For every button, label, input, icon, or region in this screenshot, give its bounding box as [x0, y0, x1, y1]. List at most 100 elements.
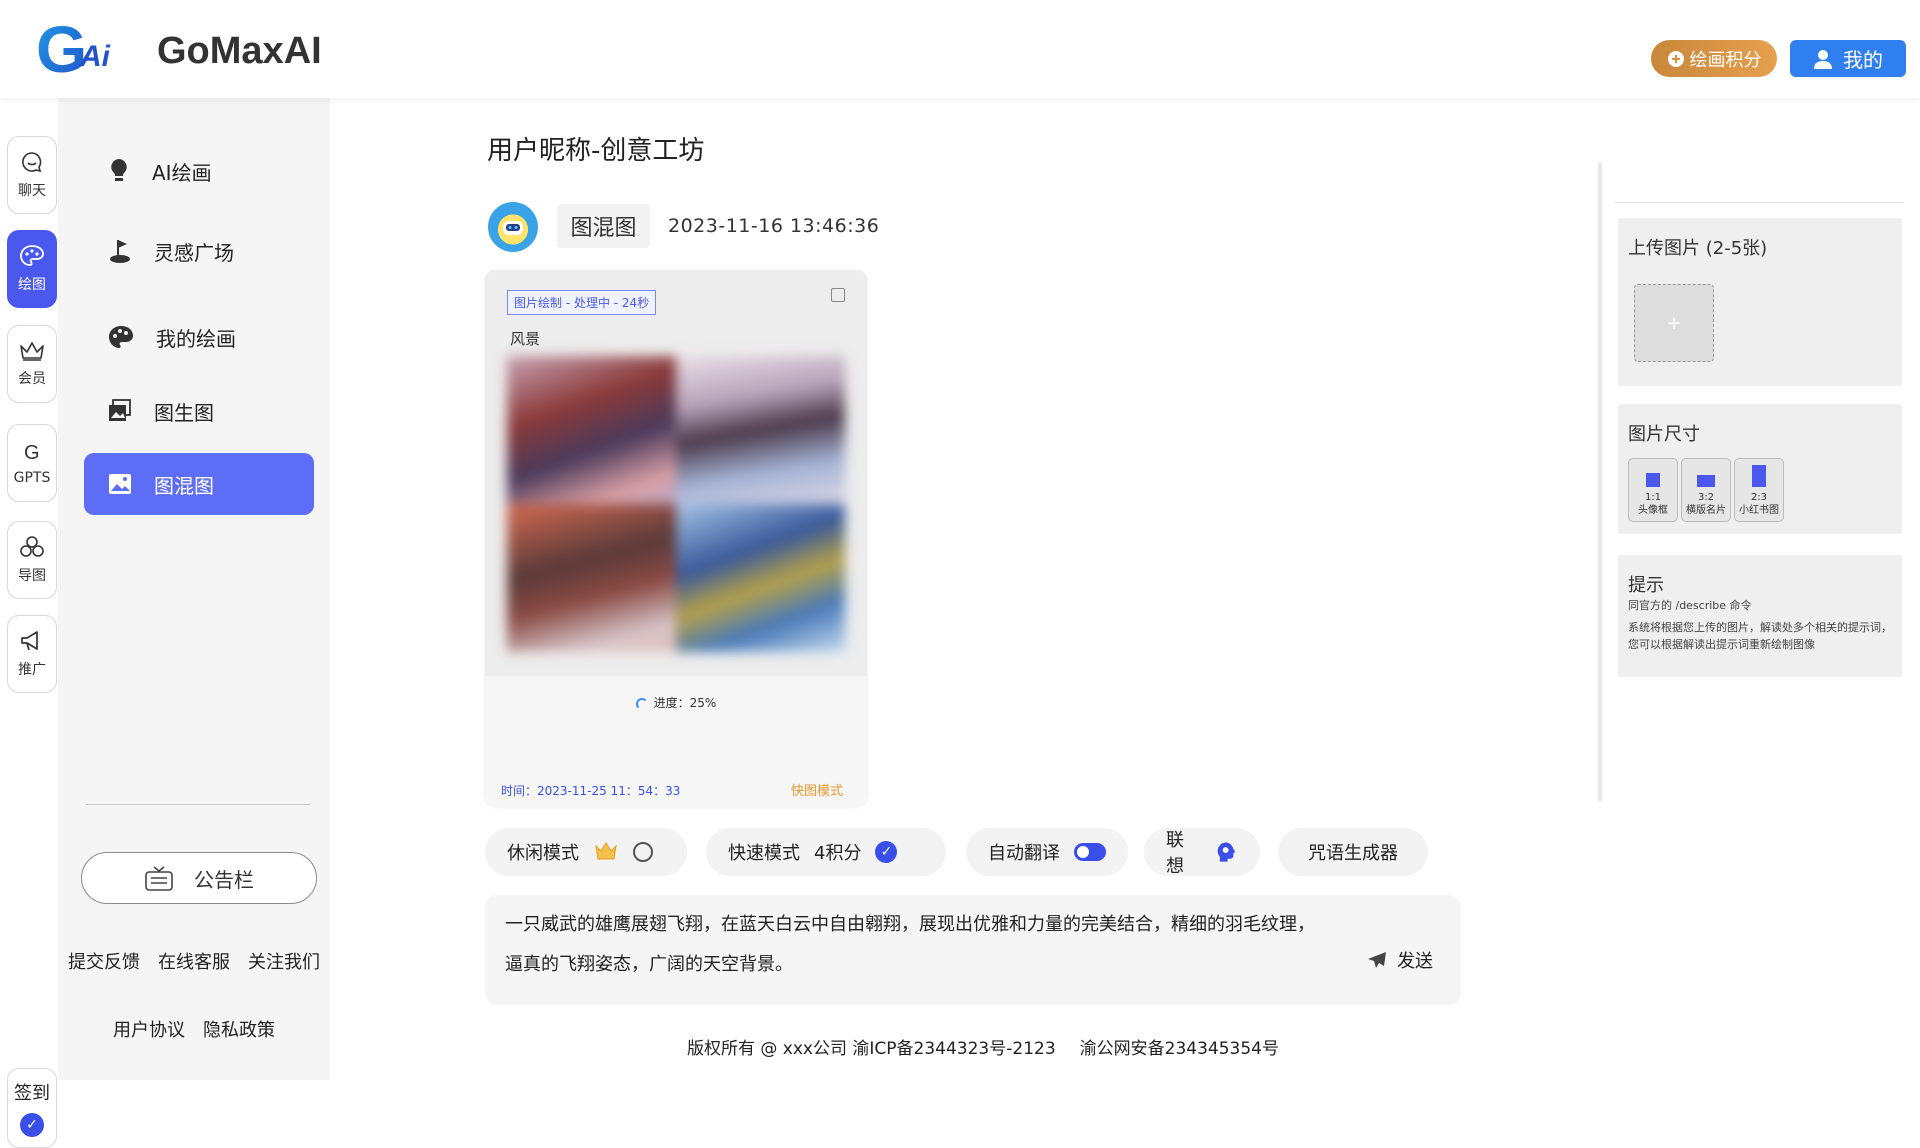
sidebar-item-ai-drawing[interactable]: AI绘画 — [84, 140, 314, 202]
card-time: 时间：2023-11-25 11：54：33 — [501, 784, 681, 798]
size-option-3-2[interactable]: 3:2 横版名片 — [1681, 458, 1731, 522]
notice-board-icon — [145, 866, 173, 891]
left-rail: 聊天 绘图 会员 G GPTS 导图 推广 签到 ✓ — [0, 98, 58, 1148]
size-option-1-1[interactable]: 1:1 头像框 — [1628, 458, 1678, 522]
size-ratio: 3:2 — [1697, 492, 1715, 503]
vip-crown-icon — [595, 842, 617, 860]
robot-avatar-icon — [503, 221, 523, 235]
upload-image-button[interactable]: + — [1634, 284, 1714, 362]
sidebar-item-inspiration[interactable]: 灵感广场 — [84, 220, 314, 282]
crown-icon — [20, 342, 44, 361]
prompt-line-1: 一只威武的雄鹰展翅飞翔，在蓝天白云中自由翱翔，展现出优雅和力量的完美结合，精细的… — [505, 914, 1315, 935]
upload-panel: 上传图片 (2-5张) + — [1618, 218, 1902, 386]
rail-item-mindmap[interactable]: 导图 — [7, 521, 57, 599]
fast-mode-option[interactable]: 快速模式 4积分 ✓ — [706, 828, 946, 876]
user-icon — [1814, 49, 1832, 69]
size-name: 小红书图 — [1739, 505, 1779, 516]
preview-image-4 — [676, 504, 845, 652]
online-service-link[interactable]: 在线客服 — [158, 948, 230, 974]
page-footer: 版权所有 @ xxx公司 渝ICP备2344323号-2123 渝公网安备234… — [0, 1034, 1920, 1059]
police-record-text: 渝公网安备234345354号 — [1079, 1039, 1279, 1059]
rail-item-promote[interactable]: 推广 — [7, 615, 57, 693]
rail-item-gpts[interactable]: G GPTS — [7, 424, 57, 502]
drawing-points-button[interactable]: 绘画积分 — [1651, 40, 1777, 77]
fast-mode-cost: 4积分 — [814, 843, 862, 864]
sidebar-item-label: 灵感广场 — [154, 240, 234, 265]
expand-icon[interactable] — [831, 288, 845, 302]
copyright-text: 版权所有 @ xxx公司 渝ICP备2344323号-2123 — [687, 1039, 1056, 1059]
logo-mark[interactable]: G Ai — [36, 12, 128, 86]
image-stack-icon — [109, 399, 131, 421]
sidebar-item-img-mix[interactable]: 图混图 — [84, 453, 314, 515]
send-label: 发送 — [1397, 951, 1433, 972]
rail-label: 推广 — [18, 662, 46, 678]
sidebar-item-my-drawings[interactable]: 我的绘画 — [84, 306, 314, 368]
association-label: 联想 — [1166, 830, 1184, 877]
prompt-line-2: 逼真的飞翔姿态，广阔的天空背景。 — [505, 954, 793, 975]
page-title: 用户昵称-创意工坊 — [487, 136, 705, 166]
tip-line-2: 系统将根据您上传的图片，解读处多个相关的提示词，您可以根据解读出提示词重新绘制图… — [1628, 621, 1892, 651]
drawing-points-label: 绘画积分 — [1689, 49, 1762, 71]
image-grid-preview[interactable] — [507, 356, 845, 652]
card-mode: 快图模式 — [791, 784, 844, 799]
preview-image-1 — [507, 356, 676, 504]
fast-mode-label: 快速模式 — [728, 843, 800, 864]
rail-label: 绘图 — [18, 277, 46, 293]
sidebar-item-img2img[interactable]: 图生图 — [84, 380, 314, 442]
notice-board-label: 公告栏 — [194, 867, 254, 892]
fast-mode-radio[interactable]: ✓ — [875, 841, 898, 863]
relax-mode-radio[interactable] — [633, 842, 653, 862]
size-ratio: 2:3 — [1750, 492, 1768, 503]
progress-indicator: 进度：25% — [485, 694, 867, 711]
rail-item-member[interactable]: 会员 — [7, 325, 57, 403]
footer-links-row1: 提交反馈 在线客服 关注我们 — [58, 948, 330, 974]
rail-item-draw[interactable]: 绘图 — [7, 230, 57, 308]
checkin-button[interactable]: 签到 ✓ — [7, 1068, 57, 1148]
sidebar-divider — [86, 804, 310, 805]
relax-mode-label: 休闲模式 — [507, 843, 579, 864]
avatar — [488, 202, 538, 252]
sidebar-item-label: 图混图 — [154, 473, 214, 498]
mine-button[interactable]: 我的 — [1790, 40, 1906, 77]
feedback-link[interactable]: 提交反馈 — [68, 948, 140, 974]
preview-image-3 — [507, 504, 676, 652]
sidebar-item-label: 我的绘画 — [156, 326, 236, 351]
rail-label: 会员 — [18, 371, 46, 387]
follow-us-link[interactable]: 关注我们 — [248, 948, 320, 974]
checkin-label: 签到 — [14, 1083, 50, 1104]
mindmap-icon — [20, 536, 44, 557]
palette-icon — [109, 326, 133, 348]
tip-panel: 提示 同官方的 /describe 命令 系统将根据您上传的图片，解读处多个相关… — [1618, 555, 1902, 677]
size-ratio: 1:1 — [1644, 492, 1662, 503]
tip-title: 提示 — [1628, 575, 1664, 596]
size-name: 头像框 — [1638, 505, 1668, 516]
card-prompt: 风景 — [510, 330, 541, 348]
loading-spinner-icon — [635, 697, 648, 710]
logo-text: GoMaxAI — [157, 30, 322, 72]
panel-top-line — [1614, 202, 1904, 203]
association-option[interactable]: 联想 — [1144, 828, 1260, 877]
rail-label: 聊天 — [18, 183, 46, 199]
prompt-text[interactable]: 一只威武的雄鹰展翅飞翔，在蓝天白云中自由翱翔，展现出优雅和力量的完美结合，精细的… — [505, 905, 1365, 985]
auto-translate-toggle[interactable] — [1074, 843, 1106, 861]
prompt-input[interactable]: 一只威武的雄鹰展翅飞翔，在蓝天白云中自由翱翔，展现出优雅和力量的完美结合，精细的… — [485, 895, 1461, 1005]
chat-bubble-icon — [22, 152, 42, 173]
send-button[interactable]: 发送 — [1367, 947, 1433, 973]
size-option-2-3[interactable]: 2:3 小红书图 — [1734, 458, 1784, 522]
sidebar: AI绘画 灵感广场 我的绘画 图生图 图混图 公告栏 提交反馈 在线客服 关注我… — [58, 98, 330, 1080]
sidebar-item-label: AI绘画 — [152, 160, 212, 185]
svg-text:G: G — [24, 442, 40, 464]
notice-board-button[interactable]: 公告栏 — [81, 852, 317, 904]
size-name: 横版名片 — [1686, 505, 1726, 516]
brain-head-icon — [1217, 842, 1236, 862]
relax-mode-option[interactable]: 休闲模式 — [485, 828, 687, 876]
check-icon: ✓ — [20, 1113, 44, 1137]
mine-label: 我的 — [1843, 48, 1883, 72]
spell-generator-button[interactable]: 咒语生成器 — [1278, 828, 1428, 876]
task-datetime: 2023-11-16 13:46:36 — [668, 215, 880, 237]
plus-circle-icon — [1667, 50, 1684, 67]
rail-item-chat[interactable]: 聊天 — [7, 136, 57, 214]
spell-generator-label: 咒语生成器 — [1308, 843, 1398, 864]
auto-translate-option: 自动翻译 — [966, 828, 1128, 876]
send-icon — [1368, 952, 1386, 968]
